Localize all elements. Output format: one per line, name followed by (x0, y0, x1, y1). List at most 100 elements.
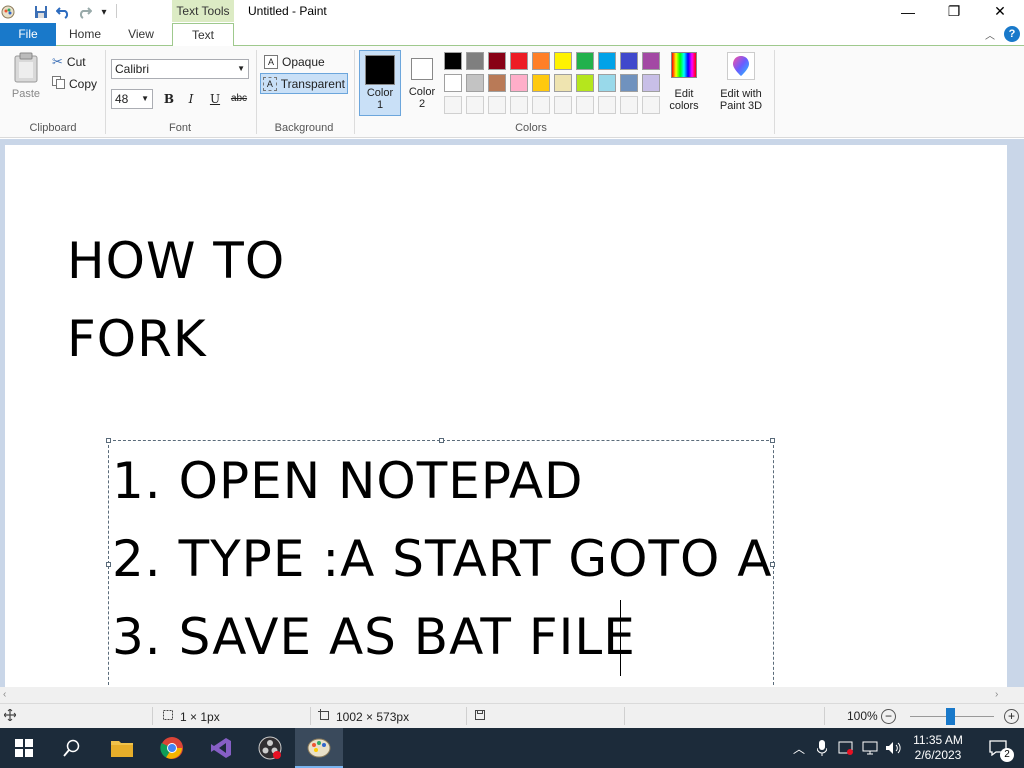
redo-icon[interactable] (77, 4, 93, 20)
palette-color-swatch[interactable] (576, 52, 594, 70)
close-icon: ✕ (994, 3, 1006, 19)
opaque-button[interactable]: A Opaque (262, 53, 327, 71)
customize-quick-access-icon[interactable]: ▾ (96, 4, 112, 20)
scroll-right-icon[interactable]: › (995, 689, 998, 700)
palette-color-swatch[interactable] (576, 74, 594, 92)
palette-color-swatch[interactable] (488, 74, 506, 92)
undo-icon[interactable] (55, 4, 71, 20)
palette-color-swatch[interactable] (532, 52, 550, 70)
palette-color-swatch[interactable] (642, 96, 660, 114)
scroll-left-icon[interactable]: ‹ (3, 689, 6, 700)
cut-button[interactable]: ✂ Cut (52, 54, 86, 70)
palette-color-swatch[interactable] (642, 74, 660, 92)
palette-color-swatch[interactable] (488, 96, 506, 114)
tab-text[interactable]: Text (172, 23, 234, 47)
horizontal-scrollbar[interactable]: ‹ › (0, 687, 1024, 703)
edit-with-paint3d-button[interactable]: Edit with Paint 3D (710, 52, 772, 118)
zoom-out-button[interactable]: − (881, 709, 896, 724)
start-button[interactable] (0, 728, 48, 768)
palette-color-swatch[interactable] (466, 52, 484, 70)
ribbon-tabs: File Home View Text ︿ ? (0, 23, 1024, 47)
strikethrough-button[interactable]: abc (228, 90, 250, 108)
transparent-label: Transparent (280, 76, 345, 91)
close-button[interactable]: ✕ (977, 0, 1023, 23)
microphone-icon[interactable] (812, 728, 832, 768)
canvas-size: 1002 × 573px (318, 709, 409, 724)
minimize-button[interactable]: — (885, 0, 931, 23)
zoom-slider-thumb[interactable] (946, 708, 955, 725)
security-icon[interactable] (836, 728, 856, 768)
paste-label: Paste (11, 88, 41, 100)
save-icon[interactable] (33, 4, 49, 20)
palette-color-swatch[interactable] (620, 96, 638, 114)
palette-color-swatch[interactable] (510, 52, 528, 70)
scissors-icon: ✂ (52, 54, 63, 69)
clock-date: 2/6/2023 (914, 748, 962, 762)
palette-color-swatch[interactable] (642, 52, 660, 70)
paint-app-icon[interactable] (0, 4, 16, 20)
tab-view[interactable]: View (113, 23, 169, 46)
palette-color-swatch[interactable] (532, 74, 550, 92)
font-size-dropdown[interactable]: 48 ▼ (111, 89, 153, 109)
taskbar-obs[interactable] (246, 728, 294, 768)
palette-color-swatch[interactable] (554, 96, 572, 114)
color2-button[interactable]: Color 2 (403, 50, 441, 116)
opaque-label: Opaque (282, 55, 325, 69)
network-icon[interactable] (860, 728, 880, 768)
minimize-icon: — (901, 3, 915, 20)
palette-color-swatch[interactable] (576, 96, 594, 114)
paint-icon (307, 738, 331, 758)
taskbar-paint[interactable] (295, 728, 343, 768)
paste-button[interactable]: Paste (10, 52, 42, 102)
font-family-dropdown[interactable]: Calibri ▼ (111, 59, 249, 79)
palette-color-swatch[interactable] (444, 52, 462, 70)
window-title: Untitled - Paint (248, 4, 327, 18)
palette-color-swatch[interactable] (620, 52, 638, 70)
resize-handle[interactable] (770, 438, 775, 443)
taskbar-file-explorer[interactable] (98, 728, 146, 768)
palette-color-swatch[interactable] (554, 74, 572, 92)
palette-color-swatch[interactable] (620, 74, 638, 92)
palette-color-swatch[interactable] (444, 74, 462, 92)
notification-center-button[interactable]: 2 (978, 728, 1018, 768)
divider (774, 50, 775, 134)
transparent-button[interactable]: A Transparent (260, 73, 348, 94)
resize-handle[interactable] (106, 562, 111, 567)
underline-button[interactable]: U (206, 90, 224, 108)
zoom-in-button[interactable]: + (1004, 709, 1019, 724)
palette-color-swatch[interactable] (466, 74, 484, 92)
resize-handle[interactable] (439, 438, 444, 443)
palette-color-swatch[interactable] (598, 96, 616, 114)
palette-color-swatch[interactable] (466, 96, 484, 114)
taskbar-chrome[interactable] (148, 728, 196, 768)
edit-colors-button[interactable]: Edit colors (666, 52, 702, 118)
palette-color-swatch[interactable] (444, 96, 462, 114)
palette-color-swatch[interactable] (532, 96, 550, 114)
palette-color-swatch[interactable] (510, 74, 528, 92)
palette-color-swatch[interactable] (598, 52, 616, 70)
restore-button[interactable]: ❐ (931, 0, 977, 23)
selection-size-value: 1 × 1px (180, 709, 220, 724)
divider (624, 707, 625, 725)
tab-file[interactable]: File (0, 23, 56, 46)
help-icon[interactable]: ? (1004, 26, 1020, 42)
color1-button[interactable]: Color 1 (359, 50, 401, 116)
tab-home[interactable]: Home (57, 23, 113, 46)
palette-color-swatch[interactable] (554, 52, 572, 70)
bold-button[interactable]: B (160, 90, 178, 108)
resize-handle[interactable] (106, 438, 111, 443)
taskbar-visual-studio[interactable] (197, 728, 245, 768)
palette-color-swatch[interactable] (510, 96, 528, 114)
palette-color-swatch[interactable] (598, 74, 616, 92)
restore-icon: ❐ (947, 3, 961, 19)
clock[interactable]: 11:35 AM 2/6/2023 (906, 728, 970, 768)
zoom-level: 100% (847, 709, 878, 723)
palette-color-swatch[interactable] (488, 52, 506, 70)
show-hidden-icons-icon[interactable]: ︿ (790, 728, 808, 768)
divider (116, 4, 117, 18)
search-button[interactable] (48, 728, 96, 768)
volume-icon[interactable] (884, 728, 904, 768)
collapse-ribbon-icon[interactable]: ︿ (985, 27, 995, 42)
italic-button[interactable]: I (182, 90, 200, 108)
copy-button[interactable]: Copy (52, 76, 97, 92)
